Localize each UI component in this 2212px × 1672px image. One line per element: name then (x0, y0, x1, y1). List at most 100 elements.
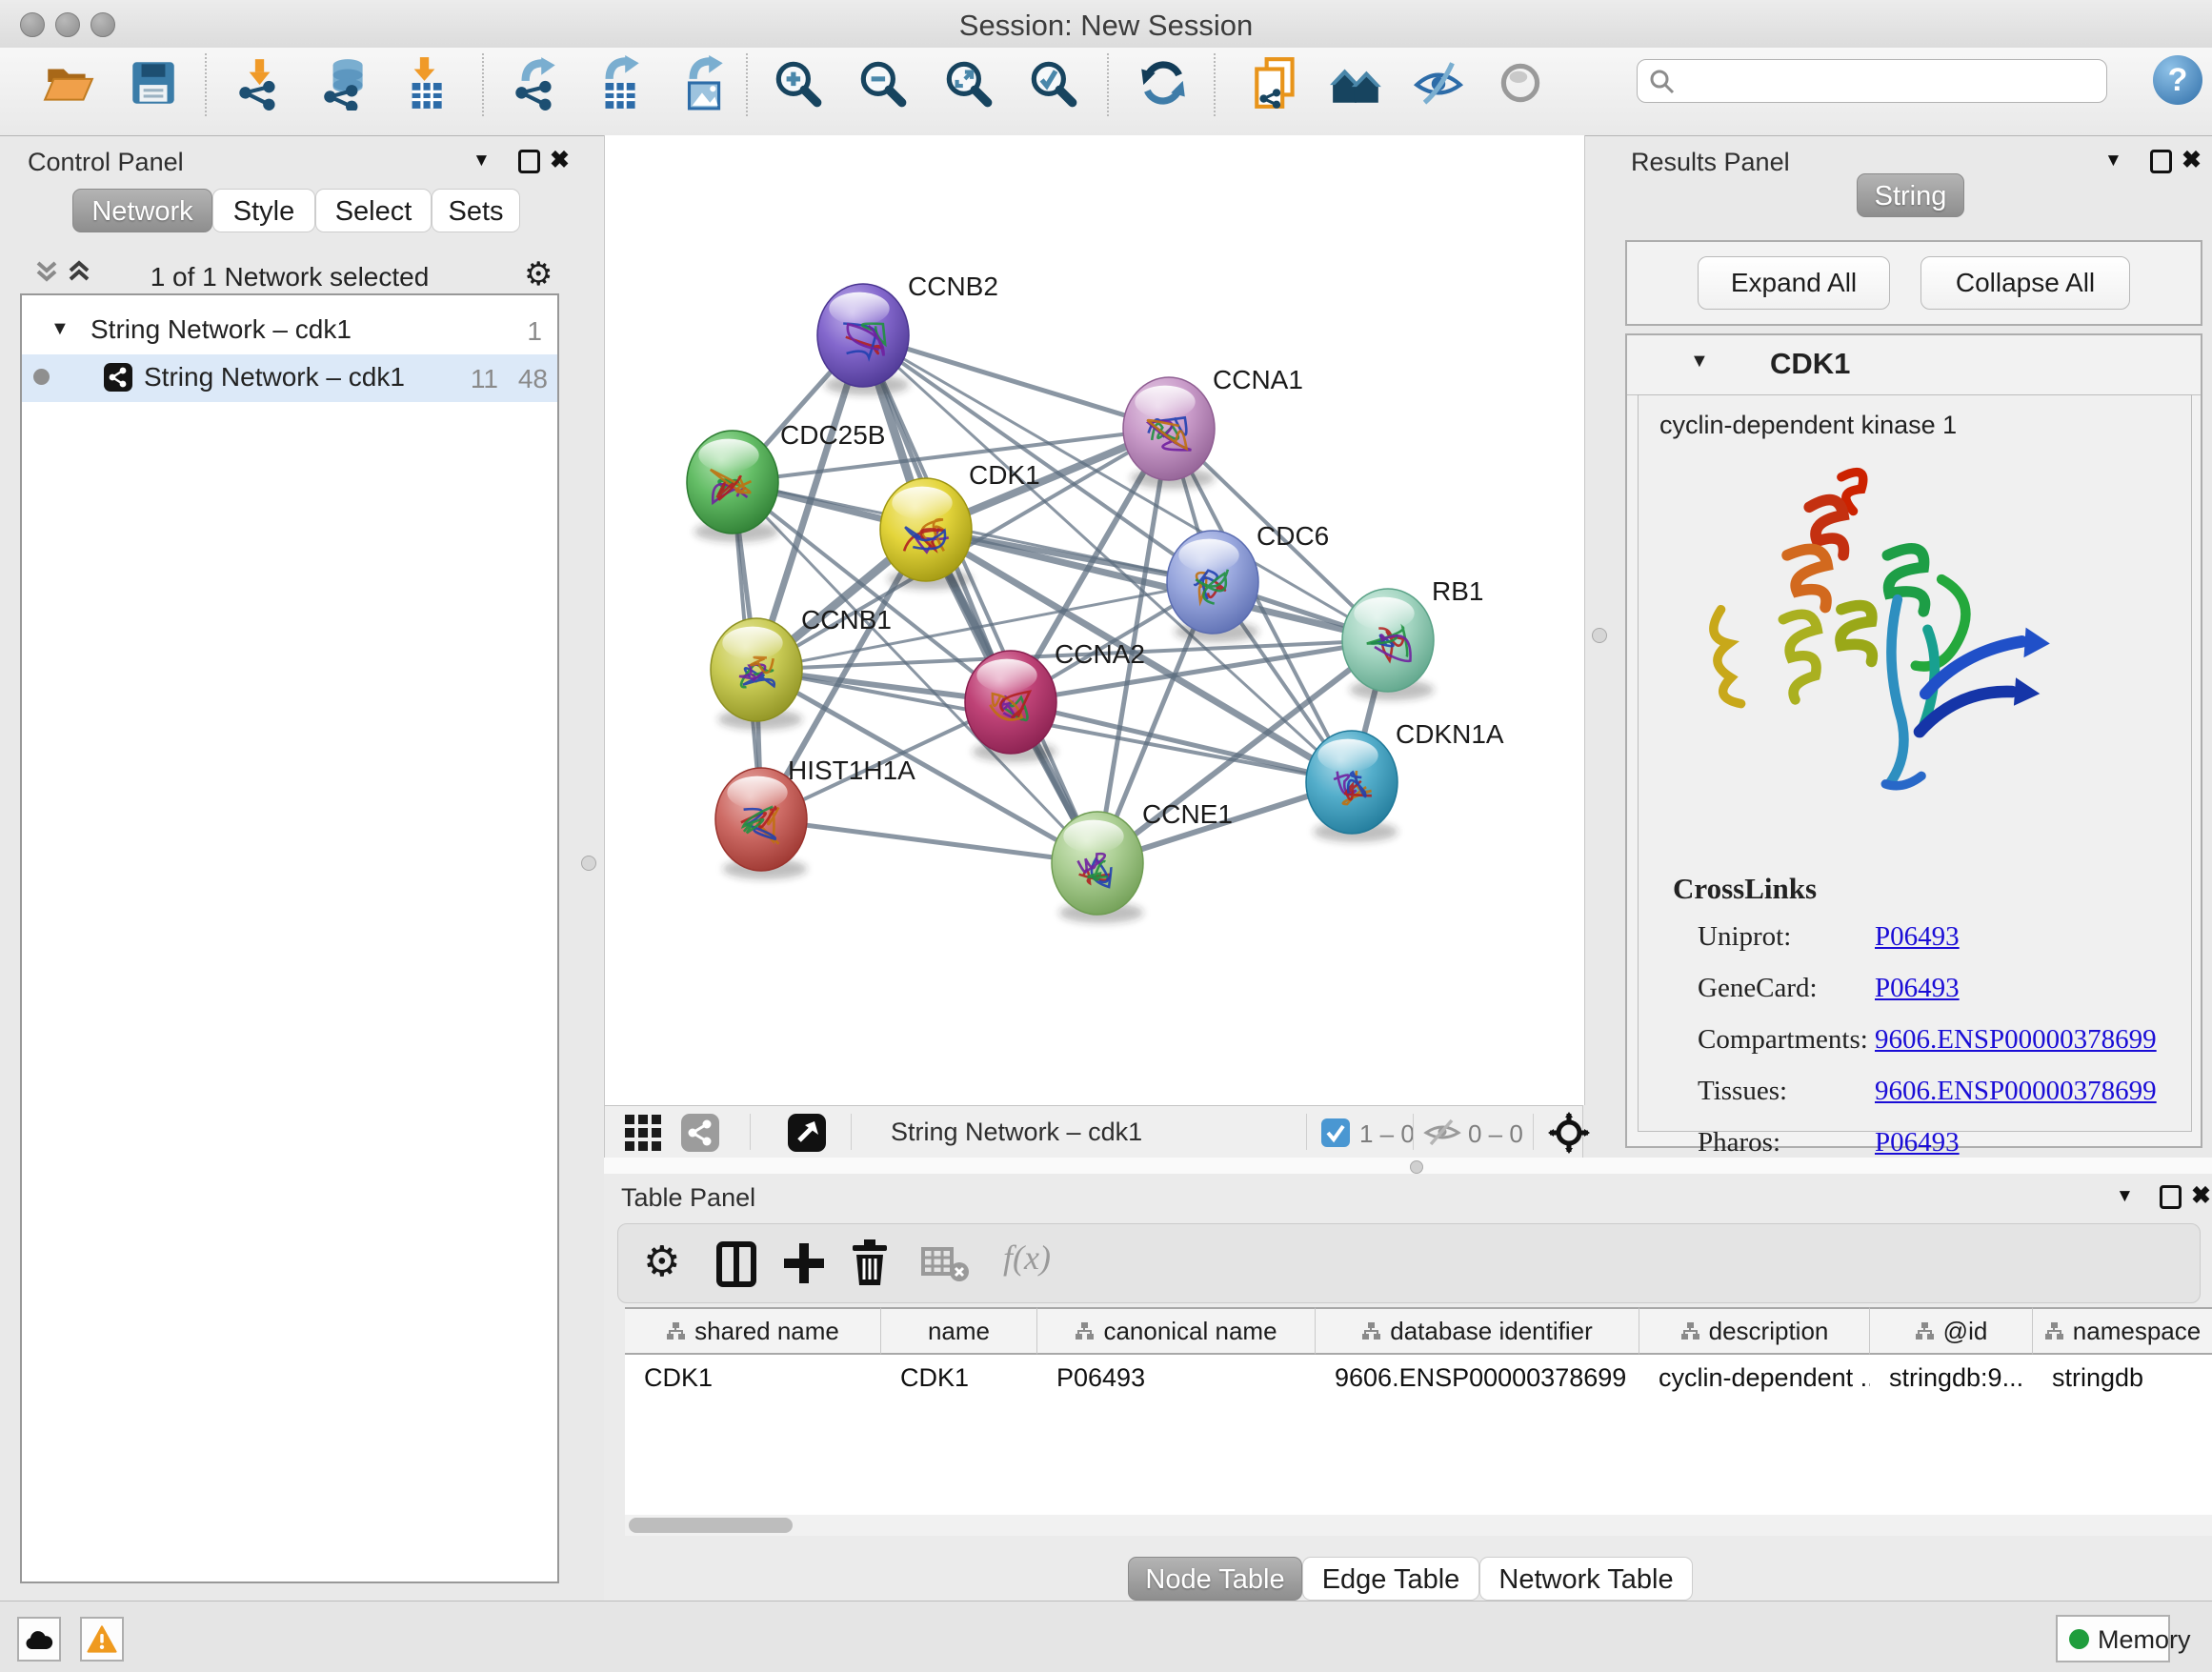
show-all-icon[interactable] (1493, 55, 1548, 111)
network-share-icon[interactable] (681, 1114, 719, 1152)
crosslink-genecard-link[interactable]: P06493 (1875, 973, 1960, 1004)
grid-view-icon[interactable] (624, 1114, 662, 1152)
rb1-node[interactable] (1342, 589, 1434, 700)
ccna1-node[interactable] (1123, 377, 1215, 489)
show-columns-icon[interactable] (715, 1241, 757, 1287)
clone-network-icon[interactable] (1249, 55, 1304, 111)
column-header-id[interactable]: @id (1870, 1307, 2033, 1355)
memory-button[interactable]: Memory (2056, 1615, 2170, 1662)
tab-style[interactable]: Style (212, 189, 315, 232)
export-network-icon[interactable] (508, 55, 563, 111)
column-header-shared-name[interactable]: shared name (625, 1307, 881, 1355)
crosslink-uniprot-link[interactable]: P06493 (1875, 921, 1960, 953)
column-header-database-identifier[interactable]: database identifier (1316, 1307, 1639, 1355)
collapse-all-button[interactable]: Collapse All (1920, 256, 2130, 310)
column-header-name[interactable]: name (881, 1307, 1037, 1355)
help-button[interactable]: ? (2153, 55, 2202, 105)
node-label: CCNE1 (1142, 799, 1233, 829)
column-header-description[interactable]: description (1639, 1307, 1870, 1355)
zoom-selected-icon[interactable] (1025, 55, 1080, 111)
crosslink-tissues-link[interactable]: 9606.ENSP00000378699 (1875, 1076, 2157, 1107)
view-toolbar-separator (1533, 1114, 1534, 1150)
cloud-button[interactable] (17, 1617, 61, 1662)
table-hscrollbar-thumb[interactable] (629, 1518, 793, 1533)
table-cell[interactable]: stringdb:9... (1870, 1355, 2033, 1400)
birds-eye-view-icon[interactable] (788, 1114, 826, 1152)
results-panel-menu-icon[interactable]: ▼ (2104, 151, 2122, 171)
tab-sets[interactable]: Sets (432, 189, 520, 232)
table-cell[interactable]: 9606.ENSP00000378699 (1316, 1355, 1639, 1400)
expand-all-button[interactable]: Expand All (1698, 256, 1890, 310)
export-image-icon[interactable] (675, 55, 731, 111)
table-cell[interactable]: cyclin-dependent ... (1639, 1355, 1870, 1400)
search-input[interactable] (1683, 63, 2097, 97)
import-network-icon[interactable] (231, 55, 287, 111)
tab-node-table[interactable]: Node Table (1128, 1557, 1302, 1601)
control-panel-float-icon[interactable] (518, 150, 540, 173)
control-panel-menu-icon[interactable]: ▼ (473, 151, 491, 171)
gene-section-header[interactable]: ▼ CDK1 (1627, 335, 2201, 395)
tab-network[interactable]: Network (72, 189, 212, 232)
delete-column-icon[interactable] (849, 1238, 891, 1287)
ccnb1-node[interactable] (711, 618, 802, 730)
ccna2-node[interactable] (965, 651, 1056, 762)
tab-network-table[interactable]: Network Table (1479, 1557, 1693, 1601)
horizontal-splitter-handle[interactable] (1410, 1160, 1423, 1174)
column-header-namespace[interactable]: namespace (2033, 1307, 2212, 1355)
cdkn1a-node[interactable] (1306, 731, 1398, 842)
selected-checkbox-icon[interactable] (1321, 1118, 1350, 1147)
right-splitter-handle[interactable] (1592, 628, 1607, 643)
control-panel-close-icon[interactable]: ✖ (550, 146, 570, 174)
zoom-in-icon[interactable] (770, 55, 825, 111)
collection-expander-icon[interactable]: ▼ (50, 318, 70, 340)
table-cell[interactable]: CDK1 (881, 1355, 1037, 1400)
table-hscrollbar[interactable] (625, 1515, 2212, 1536)
table-panel-float-icon[interactable] (2160, 1185, 2182, 1209)
table-panel-close-icon[interactable]: ✖ (2191, 1181, 2211, 1210)
horizontal-splitter[interactable] (604, 1158, 2212, 1174)
network-row-selected[interactable]: String Network – cdk1 11 48 (22, 354, 557, 402)
export-table-icon[interactable] (592, 55, 647, 111)
open-session-icon[interactable] (41, 55, 96, 111)
results-panel-float-icon[interactable] (2150, 150, 2172, 173)
home-networks-icon[interactable] (1329, 55, 1384, 111)
function-builder-icon[interactable]: f(x) (1003, 1238, 1051, 1278)
zoom-fit-icon[interactable] (940, 55, 995, 111)
hide-selected-icon[interactable] (1411, 55, 1466, 111)
table-panel-menu-icon[interactable]: ▼ (2116, 1186, 2134, 1207)
tab-edge-table[interactable]: Edge Table (1302, 1557, 1479, 1601)
delete-table-icon[interactable] (921, 1245, 971, 1283)
crosslink-pharos-link[interactable]: P06493 (1875, 1127, 1960, 1158)
tab-select[interactable]: Select (315, 189, 432, 232)
table-settings-gear-icon[interactable]: ⚙ (643, 1238, 680, 1286)
network-canvas[interactable]: CCNB2CCNA1CDC25BCDK1CDC6RB1CCNB1CCNA2CDK… (604, 135, 1585, 1105)
main-toolbar: ? (0, 48, 2212, 136)
warning-button[interactable] (80, 1617, 124, 1662)
fit-selected-crosshair-icon[interactable] (1548, 1112, 1590, 1154)
ccnb2-node[interactable] (817, 284, 909, 395)
network-edge[interactable] (761, 819, 1097, 863)
table-cell[interactable]: P06493 (1037, 1355, 1316, 1400)
ccne1-node[interactable] (1052, 812, 1143, 923)
import-table-icon[interactable] (396, 55, 452, 111)
table-cell[interactable]: stringdb (2033, 1355, 2212, 1400)
refresh-icon[interactable] (1136, 55, 1191, 111)
table-cell[interactable]: CDK1 (625, 1355, 881, 1400)
gene-expander-icon[interactable]: ▼ (1690, 351, 1709, 373)
column-header-canonical-name[interactable]: canonical name (1037, 1307, 1316, 1355)
cdk1-node[interactable] (880, 478, 972, 590)
cdc25b-node[interactable] (687, 431, 778, 542)
save-session-icon[interactable] (126, 55, 181, 111)
zoom-out-icon[interactable] (855, 55, 910, 111)
network-options-gear-icon[interactable]: ⚙ (524, 255, 553, 293)
network-collection-row[interactable]: ▼ String Network – cdk1 1 (22, 307, 557, 354)
add-column-icon[interactable] (782, 1241, 826, 1285)
results-panel-close-icon[interactable]: ✖ (2182, 146, 2202, 174)
left-splitter-handle[interactable] (581, 856, 596, 871)
tab-string[interactable]: String (1857, 173, 1964, 217)
search-field[interactable] (1637, 59, 2107, 103)
import-network-from-database-icon[interactable] (318, 55, 373, 111)
crosslink-compartments-link[interactable]: 9606.ENSP00000378699 (1875, 1024, 2157, 1056)
network-edge[interactable] (863, 335, 1169, 429)
network-edge[interactable] (1011, 702, 1352, 782)
